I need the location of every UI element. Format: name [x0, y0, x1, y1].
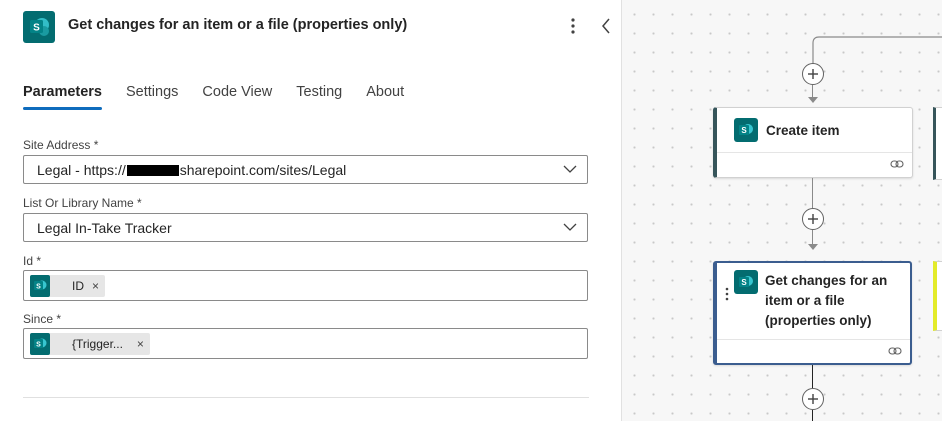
connector-line [812, 230, 813, 244]
remove-token-icon[interactable]: × [137, 337, 144, 351]
site-address-dropdown[interactable]: Legal - https:// sharepoint.com/sites/Leg… [23, 155, 588, 184]
svg-text:S: S [36, 283, 41, 290]
collapse-panel-button[interactable] [596, 15, 616, 37]
remove-token-icon[interactable]: × [92, 279, 99, 293]
arrow-down-icon [808, 97, 818, 103]
since-label: Since * [23, 312, 62, 326]
get-changes-card[interactable]: S Get changes for an item or a file (pro… [713, 261, 912, 365]
add-step-button[interactable] [802, 63, 824, 85]
site-address-prefix: Legal - https:// [37, 161, 126, 178]
site-address-suffix: sharepoint.com/sites/Legal [179, 161, 347, 178]
sharepoint-icon: S [23, 11, 55, 43]
card-title: Get changes for an item or a file (prope… [765, 273, 888, 328]
chevron-down-icon [563, 223, 577, 231]
svg-text:S: S [33, 23, 40, 34]
redacted-block [126, 165, 179, 177]
more-options-button[interactable] [562, 15, 584, 37]
arrow-down-icon [808, 244, 818, 250]
connector-line [812, 410, 813, 421]
card-footer [717, 339, 910, 366]
sharepoint-icon: S [734, 270, 758, 294]
site-address-label: Site Address * [23, 138, 99, 152]
id-label: Id * [23, 254, 42, 268]
chevron-left-icon [602, 18, 610, 34]
connector-line [812, 178, 813, 208]
more-vertical-icon [571, 18, 575, 34]
plus-icon [808, 394, 818, 404]
since-input[interactable]: S {Trigger... × [23, 328, 588, 359]
plus-icon [808, 214, 818, 224]
partial-card[interactable] [933, 107, 942, 180]
action-details-panel: S Get changes for an item or a file (pro… [0, 0, 622, 421]
sharepoint-icon: S [734, 118, 758, 142]
site-address-value: Legal - https:// sharepoint.com/sites/Leg… [37, 162, 346, 178]
since-token-label: {Trigger... [72, 336, 123, 351]
svg-text:S: S [36, 341, 41, 348]
connector-line [812, 85, 813, 97]
id-token[interactable]: S ID × [30, 274, 106, 297]
list-name-dropdown[interactable]: Legal In-Take Tracker [23, 213, 588, 242]
list-name-value: Legal In-Take Tracker [37, 219, 172, 236]
flow-canvas[interactable]: S Create item S Get changes for an item … [622, 0, 942, 421]
card-title: Create item [766, 123, 840, 138]
id-input[interactable]: S ID × [23, 270, 588, 301]
tab-about[interactable]: About [366, 84, 404, 108]
svg-text:S: S [741, 278, 747, 287]
add-step-button[interactable] [802, 388, 824, 410]
branch-connector [812, 36, 942, 75]
sharepoint-icon: S [30, 332, 50, 355]
svg-text:S: S [741, 126, 747, 135]
drag-handle-icon[interactable] [725, 287, 729, 301]
chevron-down-icon [563, 165, 577, 173]
plus-icon [808, 69, 818, 79]
section-divider [23, 397, 589, 398]
list-name-label: List Or Library Name * [23, 196, 142, 210]
tab-testing[interactable]: Testing [296, 84, 342, 108]
tab-parameters[interactable]: Parameters [23, 84, 102, 110]
add-step-button[interactable] [802, 208, 824, 230]
panel-title: Get changes for an item or a file (prope… [68, 17, 408, 33]
link-icon [890, 160, 904, 168]
connector-line [812, 365, 813, 388]
sharepoint-icon: S [30, 274, 50, 297]
create-item-card[interactable]: S Create item [713, 107, 913, 178]
partial-card[interactable] [933, 261, 942, 331]
tab-code-view[interactable]: Code View [202, 84, 272, 108]
link-icon [888, 347, 902, 355]
card-footer [717, 152, 912, 179]
tab-bar: Parameters Settings Code View Testing Ab… [23, 84, 428, 110]
since-token[interactable]: S {Trigger... × [30, 332, 150, 355]
id-token-label: ID [72, 278, 84, 293]
tab-settings[interactable]: Settings [126, 84, 178, 108]
